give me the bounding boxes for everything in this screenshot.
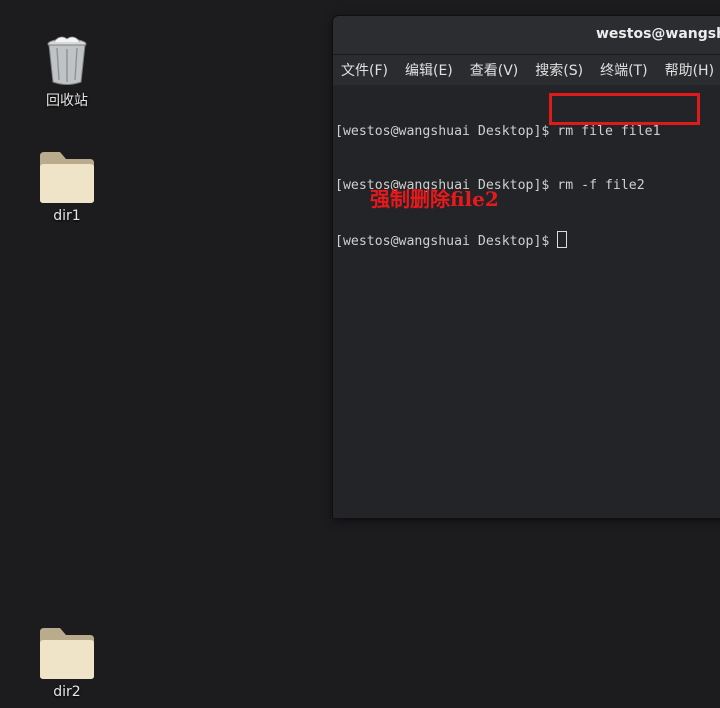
menu-edit[interactable]: 编辑(E)	[405, 60, 453, 80]
terminal-prompt: [westos@wangshuai Desktop]$	[335, 234, 558, 249]
terminal-line: [westos@wangshuai Desktop]$ rm file file…	[335, 124, 661, 139]
desktop-icon-trash[interactable]: 回收站	[22, 34, 112, 110]
desktop-icon-dir2[interactable]: dir2	[22, 626, 112, 700]
folder-icon	[40, 152, 94, 203]
menu-search[interactable]: 搜索(S)	[535, 60, 583, 80]
desktop-icon-dir1[interactable]: dir1	[22, 150, 112, 224]
trash-icon	[47, 36, 87, 85]
highlight-box	[549, 93, 700, 125]
terminal-menubar: 文件(F) 编辑(E) 查看(V) 搜索(S) 终端(T) 帮助(H)	[333, 55, 720, 85]
terminal-title[interactable]: westos@wangshuai:~/Desktop	[333, 16, 720, 55]
menu-terminal[interactable]: 终端(T)	[600, 60, 647, 80]
annotation-text: 强制删除file2	[370, 187, 499, 211]
menu-file[interactable]: 文件(F)	[341, 60, 388, 80]
terminal-window[interactable]: westos@wangshuai:~/Desktop 文件(F) 编辑(E) 查…	[333, 16, 720, 518]
menu-view[interactable]: 查看(V)	[470, 60, 519, 80]
menu-help[interactable]: 帮助(H)	[665, 60, 714, 80]
trash-label: 回收站	[46, 93, 88, 109]
terminal-prompt-line[interactable]: [westos@wangshuai Desktop]$	[335, 231, 720, 249]
folder-icon	[40, 628, 94, 679]
dir1-label: dir1	[53, 208, 81, 224]
terminal-cursor	[557, 231, 568, 248]
dir2-label: dir2	[53, 684, 81, 700]
